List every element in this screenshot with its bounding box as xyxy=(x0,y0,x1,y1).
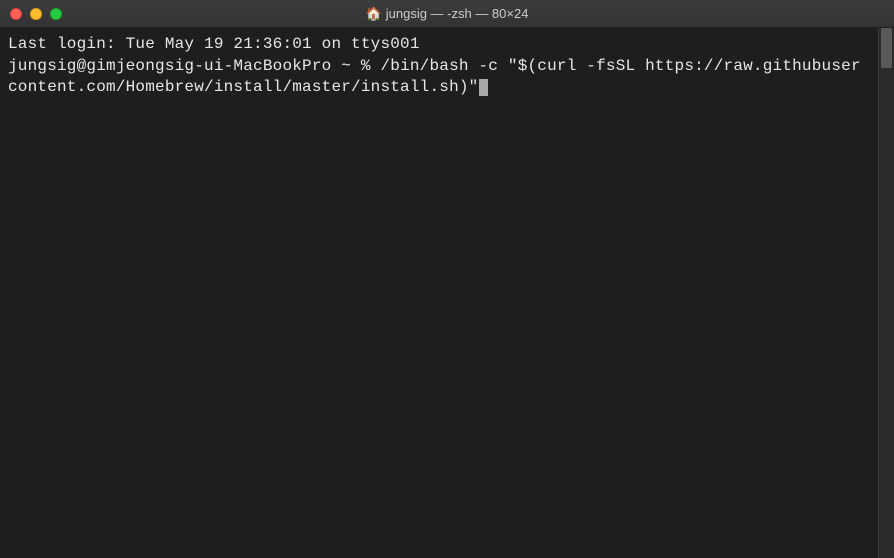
home-icon: 🏠 xyxy=(366,7,382,20)
shell-prompt: jungsig@gimjeongsig-ui-MacBookPro ~ % xyxy=(8,57,380,75)
close-button[interactable] xyxy=(10,8,22,20)
window-titlebar: 🏠 jungsig — -zsh — 80×24 xyxy=(0,0,894,28)
scrollbar[interactable] xyxy=(878,28,894,558)
traffic-lights xyxy=(10,8,62,20)
terminal-output[interactable]: Last login: Tue May 19 21:36:01 on ttys0… xyxy=(0,28,878,558)
window-title-text: jungsig — -zsh — 80×24 xyxy=(386,6,529,21)
last-login-line: Last login: Tue May 19 21:36:01 on ttys0… xyxy=(8,35,420,53)
content-area: Last login: Tue May 19 21:36:01 on ttys0… xyxy=(0,28,894,558)
window-title: 🏠 jungsig — -zsh — 80×24 xyxy=(0,6,894,21)
maximize-button[interactable] xyxy=(50,8,62,20)
cursor-icon xyxy=(479,79,488,96)
scrollbar-thumb[interactable] xyxy=(881,28,892,68)
minimize-button[interactable] xyxy=(30,8,42,20)
